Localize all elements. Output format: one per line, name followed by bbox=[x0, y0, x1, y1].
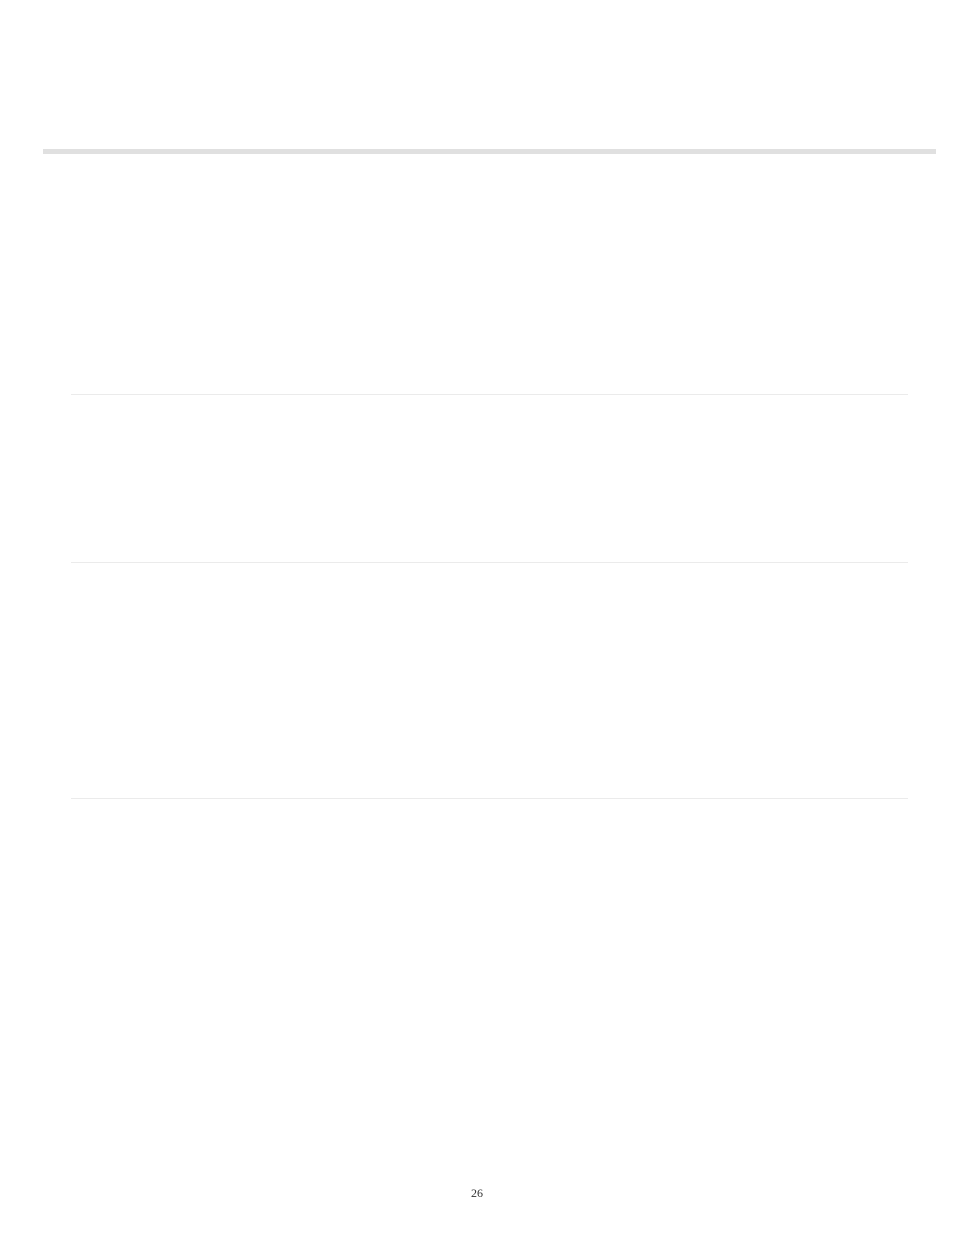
page-number: 26 bbox=[0, 1186, 954, 1201]
section-divider bbox=[71, 562, 908, 563]
section-divider bbox=[71, 394, 908, 395]
header-rule bbox=[43, 149, 936, 154]
section-divider bbox=[71, 798, 908, 799]
